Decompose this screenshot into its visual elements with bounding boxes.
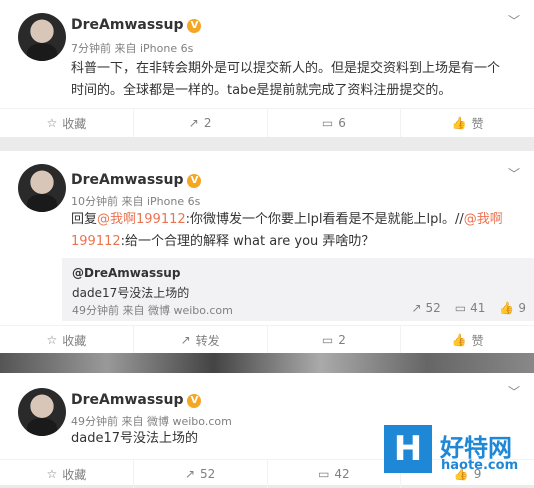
like-button[interactable]: 👍 赞	[401, 109, 534, 137]
comment-button[interactable]: ▭ 42	[268, 460, 402, 488]
repost-icon: ↗	[188, 116, 199, 130]
avatar[interactable]	[18, 388, 66, 436]
repost-stat-value: 41	[470, 301, 486, 315]
favorite-button[interactable]: ☆ 收藏	[0, 460, 134, 488]
action-bar: ☆ 收藏 ↗ 转发 ▭ 2 👍 赞	[0, 325, 534, 354]
author-name-text[interactable]: DreAmwassup	[71, 392, 183, 408]
star-icon: ☆	[46, 467, 58, 481]
thumbs-up-icon: 👍	[499, 301, 515, 315]
thumbs-up-icon: 👍	[451, 116, 467, 130]
repost-stat-reposts[interactable]: ↗ 52	[411, 301, 440, 315]
repost-stat-comments[interactable]: ▭ 41	[455, 301, 486, 315]
repost-stat-value: 9	[518, 301, 526, 315]
author-name[interactable]: DreAmwassup V	[71, 392, 202, 408]
comment-button[interactable]: ▭ 6	[268, 109, 402, 137]
repost-label: 转发	[195, 333, 220, 348]
comment-count: 2	[338, 333, 346, 347]
avatar[interactable]	[18, 13, 66, 61]
repost-count: 52	[200, 467, 216, 481]
like-label: 赞	[471, 116, 484, 131]
star-icon: ☆	[46, 333, 58, 347]
mention-link[interactable]: @我啊199112	[97, 212, 186, 227]
favorite-button[interactable]: ☆ 收藏	[0, 326, 134, 354]
chevron-down-icon[interactable]: ﹀	[508, 383, 520, 400]
like-button[interactable]: 👍 赞	[401, 326, 534, 354]
repost-text: dade17号没法上场的	[72, 286, 190, 300]
post-text: 科普一下，在非转会期外是可以提交新人的。但是提交资料到上场是有一个时间的。全球都…	[71, 61, 501, 98]
like-label: 赞	[471, 333, 484, 348]
repost-icon: ↗	[184, 467, 196, 481]
author-name-text[interactable]: DreAmwassup	[71, 17, 183, 33]
watermark-logo: H	[384, 425, 432, 473]
post-card: DreAmwassup V 7分钟前 来自 iPhone 6s ﹀ 科普一下，在非…	[0, 0, 534, 137]
verified-icon: V	[187, 19, 202, 33]
comment-icon: ▭	[321, 333, 334, 347]
reply-text: :你微博发一个你要上lpl看看是不是就能上lpl。//	[185, 212, 464, 227]
post-meta: 10分钟前 来自 iPhone 6s	[71, 195, 201, 208]
repost-stat-value: 52	[425, 301, 441, 315]
post-meta: 7分钟前 来自 iPhone 6s	[71, 42, 194, 55]
comment-button[interactable]: ▭ 2	[268, 326, 402, 354]
author-name[interactable]: DreAmwassup V	[71, 17, 202, 33]
verified-icon: V	[187, 174, 202, 188]
post-card: DreAmwassup V 10分钟前 来自 iPhone 6s ﹀ 回复@我啊1…	[0, 151, 534, 354]
post-meta: 49分钟前 来自 微博 weibo.com	[71, 415, 232, 428]
chevron-down-icon[interactable]: ﹀	[508, 12, 520, 29]
background-photo-strip	[0, 353, 534, 373]
verified-icon: V	[187, 394, 202, 408]
chevron-down-icon[interactable]: ﹀	[508, 165, 520, 182]
author-name[interactable]: DreAmwassup V	[71, 172, 202, 188]
watermark-url: haote.com	[441, 458, 519, 473]
repost-button[interactable]: ↗ 2	[134, 109, 268, 137]
repost-author[interactable]: @DreAmwassup	[72, 266, 180, 280]
star-icon: ☆	[46, 116, 58, 130]
reply-text: :给一个合理的解释 what are you 弄啥叻？	[120, 234, 375, 249]
author-name-text[interactable]: DreAmwassup	[71, 172, 183, 188]
thumbs-up-icon: 👍	[451, 333, 467, 347]
favorite-label: 收藏	[62, 467, 87, 482]
post-text: 回复@我啊199112:你微博发一个你要上lpl看看是不是就能上lpl。//@我…	[71, 209, 511, 253]
comment-icon: ▭	[454, 301, 467, 315]
comment-icon: ▭	[318, 467, 330, 481]
avatar[interactable]	[18, 164, 66, 212]
favorite-button[interactable]: ☆ 收藏	[0, 109, 134, 137]
favorite-label: 收藏	[62, 333, 87, 348]
repost-button[interactable]: ↗ 转发	[134, 326, 268, 354]
action-bar: ☆ 收藏 ↗ 2 ▭ 6 👍 赞	[0, 108, 534, 137]
repost-meta: 49分钟前 来自 微博 weibo.com	[72, 304, 233, 317]
favorite-label: 收藏	[62, 116, 87, 131]
reply-prefix: 回复	[71, 212, 98, 227]
repost-box[interactable]: @DreAmwassup dade17号没法上场的 49分钟前 来自 微博 we…	[62, 258, 534, 321]
comment-icon: ▭	[321, 116, 334, 130]
comment-count: 6	[338, 116, 346, 130]
repost-stat-likes[interactable]: 👍 9	[499, 301, 526, 315]
repost-icon: ↗	[411, 301, 422, 315]
repost-stats: ↗ 52 ▭ 41 👍 9	[411, 301, 526, 315]
comment-count: 42	[334, 467, 350, 481]
repost-icon: ↗	[180, 333, 191, 347]
repost-button[interactable]: ↗ 52	[134, 460, 268, 488]
repost-count: 2	[203, 116, 212, 130]
